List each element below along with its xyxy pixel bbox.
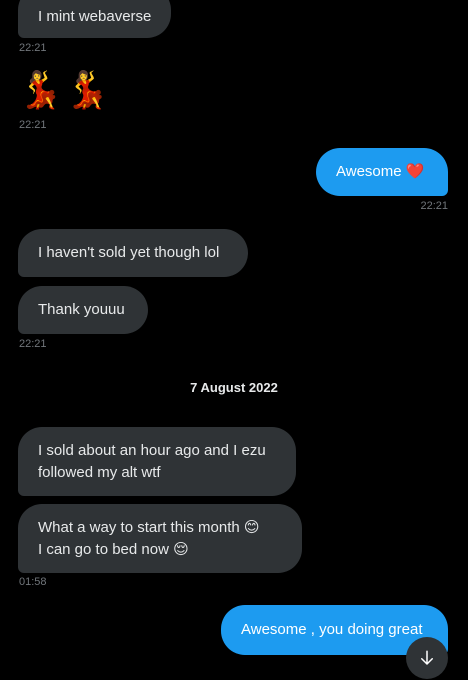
scroll-to-bottom-button[interactable]	[406, 637, 448, 679]
message-text: Awesome	[336, 163, 402, 180]
arrow-down-icon	[418, 649, 436, 667]
date-separator: 7 August 2022	[190, 380, 278, 395]
conversation: I mint webaverse 22:21 💃💃 22:21 Awesome …	[0, 0, 468, 680]
message-timestamp: 22:21	[420, 200, 448, 212]
message-text: Awesome , you doing great	[241, 621, 423, 638]
red-heart-icon: ❤️	[405, 163, 425, 180]
message-text-line: What a way to start this month	[38, 519, 240, 536]
message-bubble-incoming[interactable]: Thank youuu	[18, 286, 148, 334]
message-text: Thank youuu	[38, 301, 125, 318]
emoji-message[interactable]: 💃💃	[18, 68, 112, 112]
message-text-line: I can go to bed now	[38, 541, 169, 558]
message-bubble-incoming[interactable]: What a way to start this month 😊 I can g…	[18, 504, 302, 573]
message-timestamp: 22:21	[19, 119, 47, 131]
message-bubble-incoming[interactable]: I haven't sold yet though lol	[18, 229, 248, 277]
message-timestamp: 01:58	[19, 576, 47, 588]
message-bubble-incoming[interactable]: I mint webaverse	[18, 0, 172, 38]
message-bubble-incoming[interactable]: I sold about an hour ago and I ezu follo…	[18, 427, 296, 496]
message-bubble-outgoing[interactable]: Awesome ❤️	[316, 148, 448, 196]
message-text: I mint webaverse	[38, 8, 152, 25]
message-timestamp: 22:21	[19, 338, 47, 350]
relieved-face-icon: 😌	[173, 541, 189, 558]
message-timestamp: 22:21	[19, 42, 47, 54]
smiling-face-icon: 😊	[243, 519, 260, 536]
message-text: I haven't sold yet though lol	[38, 244, 220, 261]
message-text: I sold about an hour ago and I ezu follo…	[38, 442, 266, 481]
